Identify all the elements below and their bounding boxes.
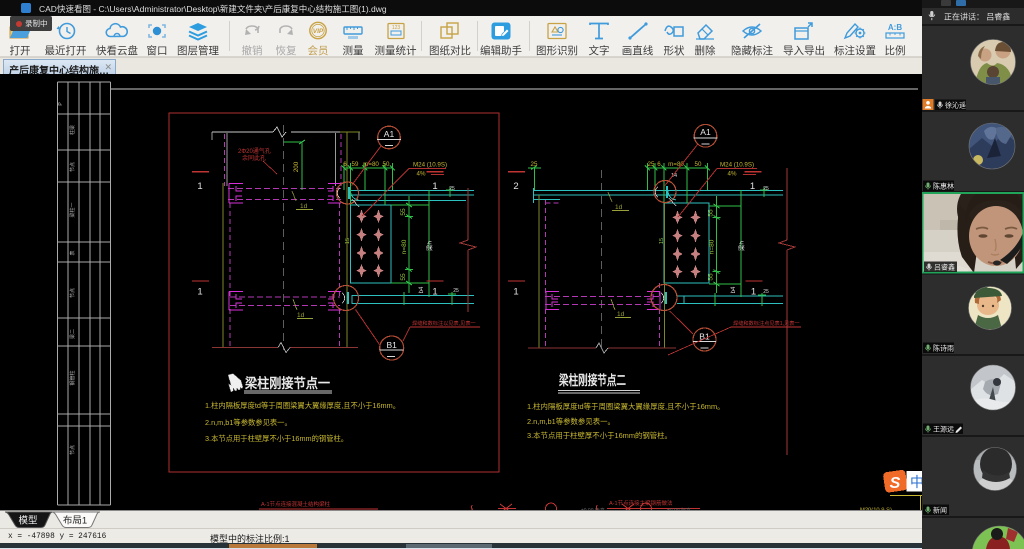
svg-text:6: 6 <box>343 161 347 168</box>
svg-text:1: 1 <box>513 287 518 298</box>
svg-text:50: 50 <box>695 161 702 168</box>
svg-text:梁h: 梁h <box>737 241 746 252</box>
svg-text:55: 55 <box>708 209 715 217</box>
svg-text:1d: 1d <box>297 312 305 319</box>
svg-text:n=80: n=80 <box>401 239 408 254</box>
svg-text:余同此孔: 余同此孔 <box>242 154 266 162</box>
svg-text:梁h: 梁h <box>425 241 434 252</box>
svg-text:P: P <box>58 102 64 106</box>
svg-text:2Φ20通气孔: 2Φ20通气孔 <box>238 147 271 155</box>
svg-text:1: 1 <box>432 287 437 298</box>
svg-text:梁二: 梁二 <box>69 329 76 339</box>
svg-text:梁柱刚接节点二: 梁柱刚接节点二 <box>558 372 626 388</box>
svg-text:1d: 1d <box>300 203 308 210</box>
svg-text:b4: b4 <box>419 286 425 293</box>
svg-text:焊缝和数标注以见表,见表一: 焊缝和数标注以见表,见表一 <box>412 319 476 327</box>
svg-text:1: 1 <box>750 181 755 192</box>
svg-text:布局1: 布局1 <box>63 515 87 527</box>
svg-text:6: 6 <box>657 161 661 168</box>
svg-text:55: 55 <box>400 273 407 281</box>
svg-text:钢管柱: 钢管柱 <box>69 370 76 385</box>
svg-text:1d: 1d <box>617 311 625 318</box>
svg-text:1: 1 <box>432 181 437 192</box>
svg-text:200: 200 <box>293 161 300 172</box>
svg-text:A1: A1 <box>384 129 395 139</box>
svg-text:新闻: 新闻 <box>933 506 947 515</box>
svg-text:1d: 1d <box>615 204 623 211</box>
svg-text:A-1节点连接混凝土结构梁柱: A-1节点连接混凝土结构梁柱 <box>261 500 331 508</box>
svg-text:25: 25 <box>763 186 769 192</box>
svg-text:S: S <box>890 475 901 492</box>
svg-text:50: 50 <box>383 161 390 168</box>
svg-text:1: 1 <box>197 181 202 192</box>
svg-text:VIP: VIP <box>313 28 324 35</box>
svg-text:节点: 节点 <box>70 445 76 455</box>
svg-text:A:B: A:B <box>888 23 902 32</box>
svg-text:M24 (10.9S): M24 (10.9S) <box>413 162 447 169</box>
svg-text:3.本节点用于柱壁厚不小于16mm的钢管柱。: 3.本节点用于柱壁厚不小于16mm的钢管柱。 <box>205 434 348 443</box>
svg-text:节点: 节点 <box>70 288 76 298</box>
svg-text:陈惠林: 陈惠林 <box>933 182 954 191</box>
svg-text:B1: B1 <box>386 340 397 350</box>
svg-text:25: 25 <box>763 289 769 295</box>
svg-text:n=80: n=80 <box>709 239 716 254</box>
svg-text:123: 123 <box>391 25 400 31</box>
svg-text:表: 表 <box>69 250 76 255</box>
svg-text:25: 25 <box>449 186 455 192</box>
svg-text:2.n,m,b1等参数参见表一。: 2.n,m,b1等参数参见表一。 <box>205 418 292 427</box>
svg-text:梁柱一: 梁柱一 <box>69 202 76 217</box>
svg-text:中: 中 <box>910 474 922 490</box>
svg-text:模型: 模型 <box>18 515 38 527</box>
svg-text:25: 25 <box>648 161 655 168</box>
svg-text:15: 15 <box>659 238 665 244</box>
svg-text:吕睿鑫: 吕睿鑫 <box>934 263 955 272</box>
svg-text:25: 25 <box>531 161 538 168</box>
svg-text:59: 59 <box>352 161 359 168</box>
svg-text:3.本节点用于柱壁厚不小于16mm的钢管柱。: 3.本节点用于柱壁厚不小于16mm的钢管柱。 <box>527 431 672 440</box>
svg-text:4%: 4% <box>728 171 737 178</box>
svg-text:焊缝和数标注点见表1,见表一: 焊缝和数标注点见表1,见表一 <box>733 319 800 327</box>
svg-text:A1: A1 <box>700 127 711 137</box>
svg-text:1.柱内隔板厚度td等于周圈梁翼大翼缘厚度,且不小于16mm: 1.柱内隔板厚度td等于周圈梁翼大翼缘厚度,且不小于16mm。 <box>527 402 725 411</box>
svg-text:柱梁: 柱梁 <box>69 125 76 135</box>
svg-text:1: 1 <box>197 287 202 298</box>
svg-text:王源远: 王源远 <box>933 425 954 434</box>
svg-text:55: 55 <box>708 273 715 281</box>
svg-text:2.n,m,b1等参数参见表一。: 2.n,m,b1等参数参见表一。 <box>527 417 615 426</box>
svg-text:2: 2 <box>513 181 518 192</box>
svg-text:25: 25 <box>453 288 459 294</box>
svg-text:节点: 节点 <box>70 162 76 172</box>
svg-text:15: 15 <box>345 238 351 244</box>
svg-text:M24 (10.9S): M24 (10.9S) <box>720 162 754 169</box>
svg-text:55: 55 <box>400 208 407 216</box>
svg-text:1.柱内隔板厚度td等于周圈梁翼大翼缘厚度,且不小于16mm: 1.柱内隔板厚度td等于周圈梁翼大翼缘厚度,且不小于16mm。 <box>205 401 400 410</box>
svg-text:梁柱刚接节点一: 梁柱刚接节点一 <box>244 375 330 391</box>
svg-text:徐沁遥: 徐沁遥 <box>945 101 966 110</box>
svg-text:4%: 4% <box>417 171 426 178</box>
svg-text:b4: b4 <box>731 286 737 293</box>
svg-text:1: 1 <box>751 287 756 298</box>
svg-text:陈诗雨: 陈诗雨 <box>933 344 954 353</box>
svg-text:正在讲话： 吕睿鑫: 正在讲话： 吕睿鑫 <box>944 11 1010 21</box>
